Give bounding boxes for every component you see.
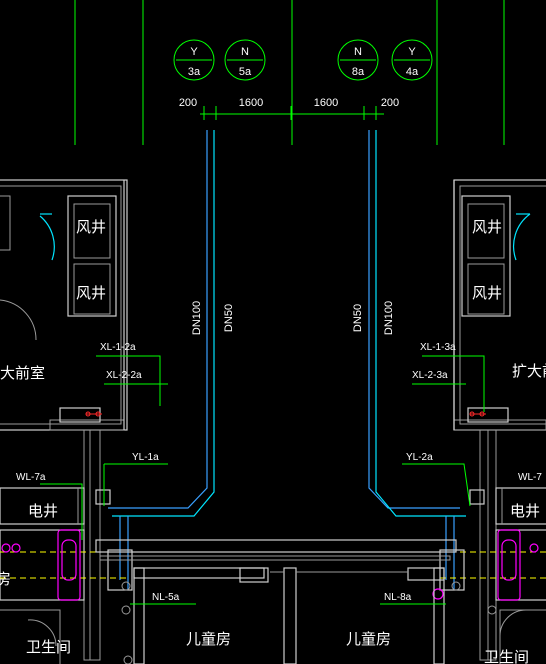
room-label-shaft-c: 风井 xyxy=(472,218,502,236)
riser-label-yl-1a[interactable]: YL-1a xyxy=(132,452,159,463)
symbol-number: 5a xyxy=(239,66,252,78)
symbol-letter: N xyxy=(241,46,249,58)
left-core-walls xyxy=(0,179,133,664)
pipe-symbol-y-3a[interactable]: Y 3a xyxy=(173,39,215,81)
riser-label-xl-2-3a[interactable]: XL-2-3a xyxy=(412,370,448,381)
room-label-elec-right: 电井 xyxy=(510,502,540,520)
room-label-kids-left: 儿童房 xyxy=(186,630,231,648)
pipe-size-dn100-left: DN100 xyxy=(191,301,203,335)
pipe-symbol-y-4a[interactable]: Y 4a xyxy=(391,39,433,81)
pipe-size-dn50-left: DN50 xyxy=(223,304,235,332)
room-label-edge-left: 房 xyxy=(0,570,11,588)
riser-label-xl-1-3a[interactable]: XL-1-3a xyxy=(420,342,456,353)
pipe-symbol-n-8a[interactable]: N 8a xyxy=(337,39,379,81)
right-core-walls xyxy=(432,179,546,664)
room-label-elec-left: 电井 xyxy=(28,502,58,520)
room-label-bath-left: 卫生间 xyxy=(26,638,71,656)
room-label-kids-right: 儿童房 xyxy=(346,630,391,648)
dimension-200-right: 200 xyxy=(381,97,399,109)
riser-label-yl-2a[interactable]: YL-2a xyxy=(406,452,433,463)
symbol-number: 8a xyxy=(352,66,365,78)
riser-label-xl-1-2a[interactable]: XL-1-2a xyxy=(100,342,136,353)
pipe-size-dn50-right: DN50 xyxy=(352,304,364,332)
riser-label-nl-8a[interactable]: NL-8a xyxy=(384,592,412,603)
grid-axis-lines xyxy=(74,0,505,145)
riser-label-xl-2-2a[interactable]: XL-2-2a xyxy=(106,370,142,381)
room-label-lobby-left: 大前室 xyxy=(0,364,45,382)
symbol-letter: N xyxy=(354,46,362,58)
riser-label-wl-7a[interactable]: WL-7a xyxy=(16,472,46,483)
riser-label-nl-5a[interactable]: NL-5a xyxy=(152,592,180,603)
pipe-size-dn100-right: DN100 xyxy=(383,301,395,335)
room-label-lobby-right: 扩大前 xyxy=(512,362,546,380)
cad-drawing-canvas: Y 3a N 5a N 8a Y 4a 200 1600 1600 200 DN… xyxy=(0,0,546,664)
symbol-number: 4a xyxy=(406,66,419,78)
symbol-letter: Y xyxy=(408,46,416,58)
dimension-1600-right: 1600 xyxy=(314,97,338,109)
symbol-letter: Y xyxy=(190,46,198,58)
riser-label-wl-7-right[interactable]: WL-7 xyxy=(518,472,542,483)
leader-lines xyxy=(40,355,485,605)
room-label-shaft-a: 风井 xyxy=(76,218,106,236)
symbol-number: 3a xyxy=(188,66,201,78)
pipe-symbol-n-5a[interactable]: N 5a xyxy=(224,39,266,81)
dimension-200-left: 200 xyxy=(179,97,197,109)
dimension-line: 200 1600 1600 200 xyxy=(179,97,399,120)
room-label-shaft-b: 风井 xyxy=(76,284,106,302)
room-label-bath-right: 卫生间 xyxy=(484,648,529,664)
room-label-shaft-d: 风井 xyxy=(472,284,502,302)
dimension-1600-left: 1600 xyxy=(239,97,263,109)
main-pipes xyxy=(108,130,466,590)
